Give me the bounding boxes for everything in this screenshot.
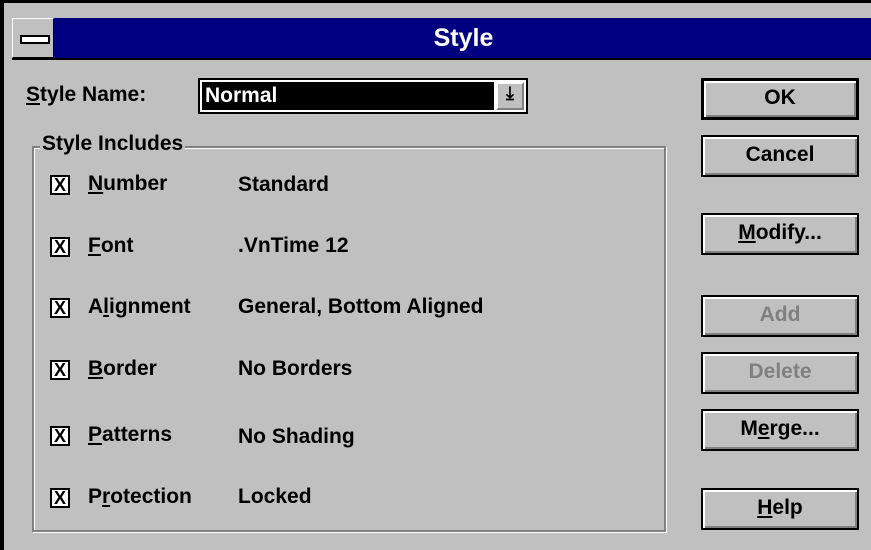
delete-button[interactable]: Delete [701, 352, 859, 394]
alignment-label[interactable]: Alignment [88, 295, 191, 319]
modify-button[interactable]: Modify... [701, 213, 859, 255]
font-label[interactable]: Font [88, 234, 133, 258]
patterns-value: No Shading [238, 425, 355, 448]
style-name-value[interactable]: Normal [202, 82, 494, 110]
dropdown-arrow-icon[interactable]: ⤓ [496, 82, 524, 110]
border-checkbox[interactable]: X [50, 360, 70, 380]
style-includes-title: Style Includes [40, 132, 186, 156]
number-checkbox[interactable]: X [50, 175, 70, 195]
patterns-checkbox[interactable]: X [50, 426, 70, 446]
number-value: Standard [238, 173, 330, 196]
protection-value: Locked [238, 485, 312, 508]
ok-button[interactable]: OK [701, 78, 859, 120]
dialog-title: Style [433, 24, 494, 52]
merge-button[interactable]: Merge... [701, 409, 859, 451]
patterns-label[interactable]: Patterns [88, 423, 172, 447]
style-name-combobox[interactable]: Normal ⤓ [198, 78, 528, 114]
style-name-label: Style Name: [26, 83, 147, 106]
title-bar[interactable]: Style [12, 18, 871, 60]
cancel-button[interactable]: Cancel [701, 135, 859, 177]
add-button[interactable]: Add [701, 295, 859, 337]
protection-label[interactable]: Protection [88, 485, 192, 509]
font-value: .VnTime 12 [238, 234, 349, 257]
protection-checkbox[interactable]: X [50, 488, 70, 508]
system-menu-icon[interactable] [12, 18, 54, 58]
border-value: No Borders [238, 357, 353, 380]
style-includes-group [32, 146, 666, 532]
help-button[interactable]: Help [701, 488, 859, 530]
border-label[interactable]: Border [88, 357, 157, 381]
font-checkbox[interactable]: X [50, 237, 70, 257]
alignment-value: General, Bottom Aligned [238, 295, 484, 318]
alignment-checkbox[interactable]: X [50, 298, 70, 318]
number-label[interactable]: Number [88, 172, 167, 196]
